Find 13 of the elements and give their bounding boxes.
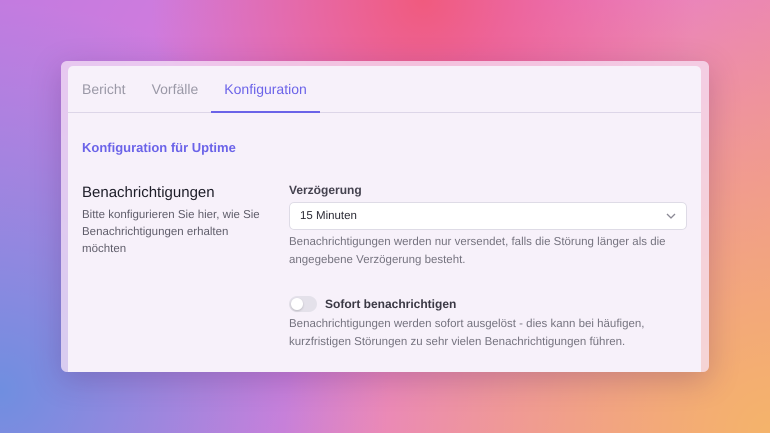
section-heading: Konfiguration für Uptime — [82, 140, 237, 155]
field-label: Verzögerung — [289, 183, 363, 197]
chevron-down-icon — [666, 213, 676, 219]
section-description: Bitte konfigurieren Sie hier, wie Sie Benachrichtigungen erhalten möchten — [82, 208, 261, 257]
tab[interactable]: Konfiguration — [211, 66, 320, 113]
toggle-label: Sofort benachrichtigen — [325, 297, 456, 311]
tab[interactable]: Bericht — [69, 66, 139, 113]
help-text: Benachrichtigungen werden nur versendet, falls die Störung länger als die angegebene Verzögerung besteht. — [289, 235, 667, 268]
delay-dropdown[interactable]: 15 Minuten — [289, 202, 687, 230]
help-text: Benachrichtigungen werden sofort ausgelöst - dies kann bei häufigen, kurzfristigen Störungen zu sehr vielen Benachrichtigungen führen. — [289, 317, 646, 350]
tab[interactable]: Vorfälle — [138, 66, 212, 113]
section-title: Benachrichtigungen — [82, 184, 216, 201]
toggle-switch[interactable] — [289, 296, 317, 312]
